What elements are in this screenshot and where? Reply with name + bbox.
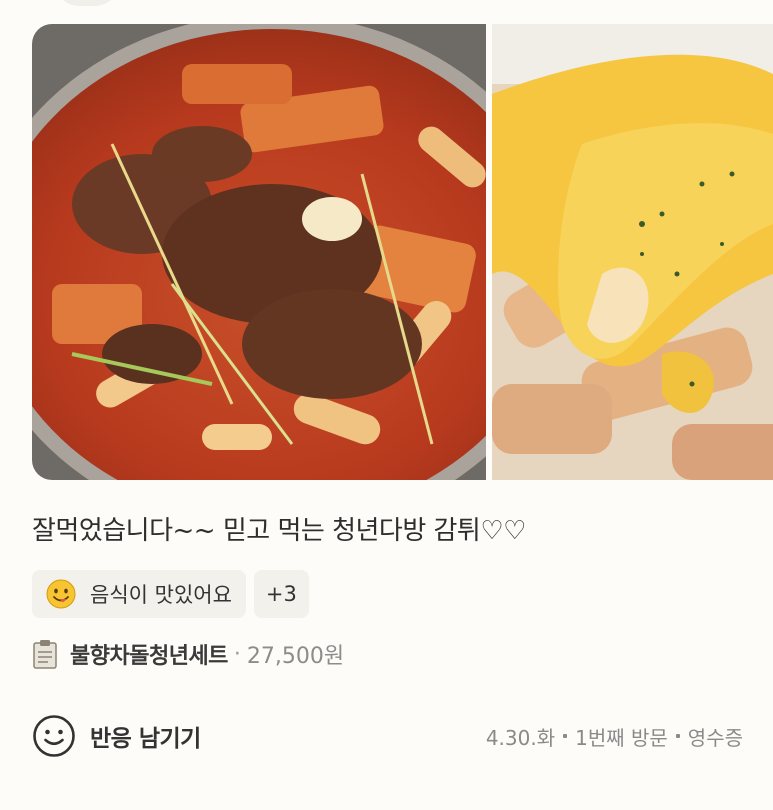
menu-price: 27,500원 (246, 644, 345, 669)
visit-meta: 4.30.화 1번째 방문 영수증 (486, 722, 743, 751)
visit-count: 1번째 방문 (575, 725, 668, 750)
tag-label: 음식이 맛있어요 (90, 583, 232, 607)
menu-separator: · (233, 641, 241, 667)
visit-date: 4.30.화 (485, 725, 556, 750)
meta-dot-separator (675, 734, 680, 738)
smile-icon (33, 715, 75, 757)
tteokbokki-image (32, 24, 486, 480)
clipboard-icon (33, 640, 57, 669)
smiling-emoji-icon (46, 579, 76, 609)
photo-gallery[interactable] (32, 24, 773, 480)
visit-proof: 영수증 (687, 725, 743, 750)
tag-tasty-food[interactable]: 음식이 맛있어요 (32, 570, 246, 618)
review-footer: 반응 남기기 4.30.화 1번째 방문 영수증 (32, 710, 743, 762)
review-text: 잘먹었습니다~~ 믿고 먹는 청년다방 감튀♡♡ (32, 516, 526, 546)
menu-name: 불향차돌청년세트 (70, 644, 228, 669)
profile-avatar-edge (52, 0, 122, 6)
review-tags: 음식이 맛있어요 +3 (32, 570, 309, 618)
leave-reaction-button[interactable]: 반응 남기기 (32, 714, 201, 758)
meta-dot-separator (563, 734, 568, 738)
more-tags-button[interactable]: +3 (253, 570, 309, 618)
cheese-fries-image (492, 24, 773, 480)
review-card: 잘먹었습니다~~ 믿고 먹는 청년다방 감튀♡♡ 음식이 맛있어요 +3 불향차… (0, 0, 773, 810)
ordered-menu: 불향차돌청년세트 · 27,500원 (32, 638, 344, 670)
leave-reaction-label: 반응 남기기 (90, 726, 201, 752)
more-tags-label: +3 (265, 582, 297, 606)
cheese-fries-photo[interactable] (492, 24, 773, 480)
tteokbokki-photo[interactable] (32, 24, 486, 480)
